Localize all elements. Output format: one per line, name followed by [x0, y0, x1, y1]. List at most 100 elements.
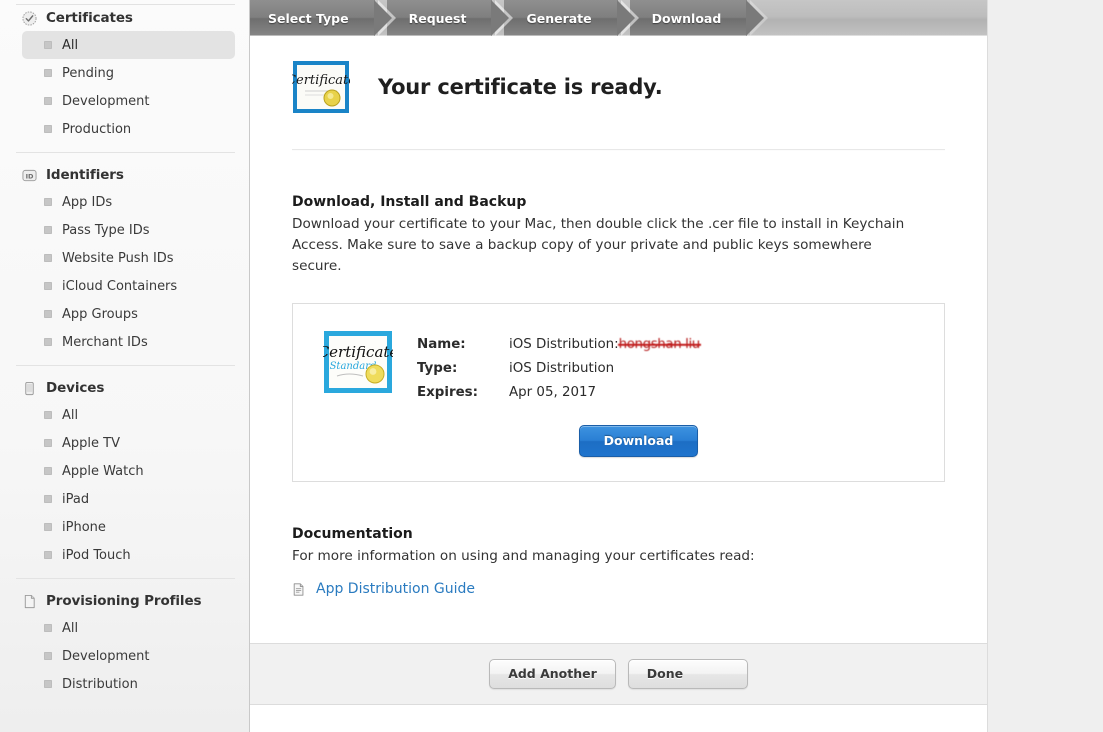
- documentation-heading: Documentation: [292, 526, 413, 542]
- download-button-wrap: Download: [323, 425, 914, 457]
- sidebar-item-label: Development: [62, 648, 150, 664]
- bullet-icon: [44, 254, 52, 262]
- document-icon: [292, 582, 307, 597]
- sidebar-divider: [16, 152, 235, 153]
- step-label: Download: [651, 10, 722, 26]
- svg-text:Certificate: Certificate: [323, 343, 393, 361]
- sidebar-header-devices[interactable]: Devices: [0, 375, 249, 401]
- field-value: iOS Distribution:: [509, 337, 619, 352]
- sidebar-item-certificates-pending[interactable]: Pending: [22, 59, 235, 87]
- done-button[interactable]: Done: [627, 659, 748, 689]
- sidebar-item-certificates-production[interactable]: Production: [22, 115, 235, 143]
- sidebar-item-icloud-containers[interactable]: iCloud Containers: [22, 272, 235, 300]
- download-section-body: Download your certificate to your Mac, t…: [292, 216, 905, 274]
- sidebar-item-label: App Groups: [62, 306, 138, 322]
- sidebar-item-app-groups[interactable]: App Groups: [22, 300, 235, 328]
- bullet-icon: [44, 439, 52, 447]
- sidebar-item-label: Merchant IDs: [62, 334, 148, 350]
- sidebar-item-certificates-all[interactable]: All: [22, 31, 235, 59]
- sidebar-item-apple-tv[interactable]: Apple TV: [22, 429, 235, 457]
- sidebar-item-label: Apple Watch: [62, 463, 144, 479]
- bullet-icon: [44, 125, 52, 133]
- sidebar-header-provisioning-profiles[interactable]: Provisioning Profiles: [0, 588, 249, 614]
- step-request[interactable]: Request: [386, 0, 514, 36]
- app-distribution-guide-link[interactable]: App Distribution Guide: [316, 581, 475, 597]
- svg-text:Certificate: Certificate: [292, 73, 350, 88]
- field-label: Type:: [417, 361, 458, 376]
- sidebar-header-label: Identifiers: [46, 167, 124, 183]
- sidebar-section-identifiers: ID Identifiers App IDs Pass Type IDs Web…: [0, 162, 249, 356]
- sidebar-header-identifiers[interactable]: ID Identifiers: [0, 162, 249, 188]
- step-select-type[interactable]: Select Type: [250, 0, 396, 36]
- certificate-details-row: Certificate Standard Name: iOS Distribut…: [318, 330, 914, 409]
- sidebar-item-label: Pending: [62, 65, 114, 81]
- sidebar-item-label: App IDs: [62, 194, 113, 210]
- sidebar-item-certificates-development[interactable]: Development: [22, 87, 235, 115]
- sidebar-item-pass-type-ids[interactable]: Pass Type IDs: [22, 216, 235, 244]
- sidebar-item-profiles-all[interactable]: All: [22, 614, 235, 642]
- sidebar-item-label: iPad: [62, 491, 90, 507]
- sidebar-item-profiles-distribution[interactable]: Distribution: [22, 670, 235, 698]
- certificate-fields: Name: iOS Distribution: hongshan liu Type…: [417, 330, 914, 409]
- step-download[interactable]: Download: [629, 0, 768, 36]
- sidebar-item-label: iCloud Containers: [62, 278, 178, 294]
- certificate-field-type: Type: iOS Distribution: [417, 361, 914, 376]
- sidebar-item-website-push-ids[interactable]: Website Push IDs: [22, 244, 235, 272]
- step-label: Request: [408, 10, 467, 26]
- sidebar-item-label: Production: [62, 121, 132, 137]
- sidebar-item-devices-all[interactable]: All: [22, 401, 235, 429]
- documentation-body: For more information on using and managi…: [292, 548, 755, 564]
- hero-row: Certificate Your certificate is ready.: [286, 36, 945, 136]
- field-label: Name:: [417, 337, 466, 352]
- bullet-icon: [44, 97, 52, 105]
- sidebar-item-label: iPhone: [62, 519, 106, 535]
- sidebar-item-profiles-development[interactable]: Development: [22, 642, 235, 670]
- sidebar-divider: [16, 365, 235, 366]
- content-area: Certificate Your certificate is ready. D…: [250, 36, 987, 643]
- sidebar-section-certificates: Certificates All Pending Development Pro…: [0, 5, 249, 143]
- bullet-icon: [44, 310, 52, 318]
- certificate-seal-icon: [22, 10, 37, 26]
- sidebar-item-ipod-touch[interactable]: iPod Touch: [22, 541, 235, 569]
- document-page-icon: [22, 594, 37, 609]
- step-label: Select Type: [268, 10, 349, 26]
- field-label: Expires:: [417, 385, 478, 400]
- sidebar-item-ipad[interactable]: iPad: [22, 485, 235, 513]
- app-window: Certificates All Pending Development Pro…: [0, 0, 1103, 732]
- certificate-field-name: Name: iOS Distribution: hongshan liu: [417, 337, 914, 352]
- sidebar-item-apple-watch[interactable]: Apple Watch: [22, 457, 235, 485]
- bullet-icon: [44, 226, 52, 234]
- certificate-field-expires: Expires: Apr 05, 2017: [417, 385, 914, 400]
- device-phone-icon: [22, 381, 37, 396]
- sidebar-item-label: iPod Touch: [62, 547, 131, 563]
- certificate-ready-icon: Certificate: [286, 60, 356, 114]
- sidebar-item-iphone[interactable]: iPhone: [22, 513, 235, 541]
- footer-bar: Add Another Done: [250, 643, 987, 705]
- step-label: Generate: [526, 10, 592, 26]
- page-title: Your certificate is ready.: [378, 75, 663, 99]
- bullet-icon: [44, 652, 52, 660]
- sidebar-item-label: All: [62, 620, 79, 636]
- sidebar-divider: [16, 578, 235, 579]
- sidebar-section-devices: Devices All Apple TV Apple Watch iPad iP…: [0, 375, 249, 569]
- sidebar-item-label: Apple TV: [62, 435, 120, 451]
- add-another-button[interactable]: Add Another: [489, 659, 616, 689]
- bullet-icon: [44, 467, 52, 475]
- bullet-icon: [44, 198, 52, 206]
- sidebar-item-label: Distribution: [62, 676, 138, 692]
- bullet-icon: [44, 551, 52, 559]
- certificate-standard-icon: Certificate Standard: [318, 330, 398, 394]
- bullet-icon: [44, 523, 52, 531]
- sidebar-item-label: All: [62, 37, 79, 53]
- step-generate[interactable]: Generate: [504, 0, 639, 36]
- download-button[interactable]: Download: [578, 425, 699, 457]
- sidebar-item-merchant-ids[interactable]: Merchant IDs: [22, 328, 235, 356]
- sidebar-item-app-ids[interactable]: App IDs: [22, 188, 235, 216]
- sidebar-header-certificates[interactable]: Certificates: [0, 5, 249, 31]
- download-section-heading: Download, Install and Backup: [292, 194, 527, 210]
- bullet-icon: [44, 411, 52, 419]
- bullet-icon: [44, 624, 52, 632]
- svg-text:ID: ID: [26, 172, 34, 180]
- sidebar-item-label: All: [62, 407, 79, 423]
